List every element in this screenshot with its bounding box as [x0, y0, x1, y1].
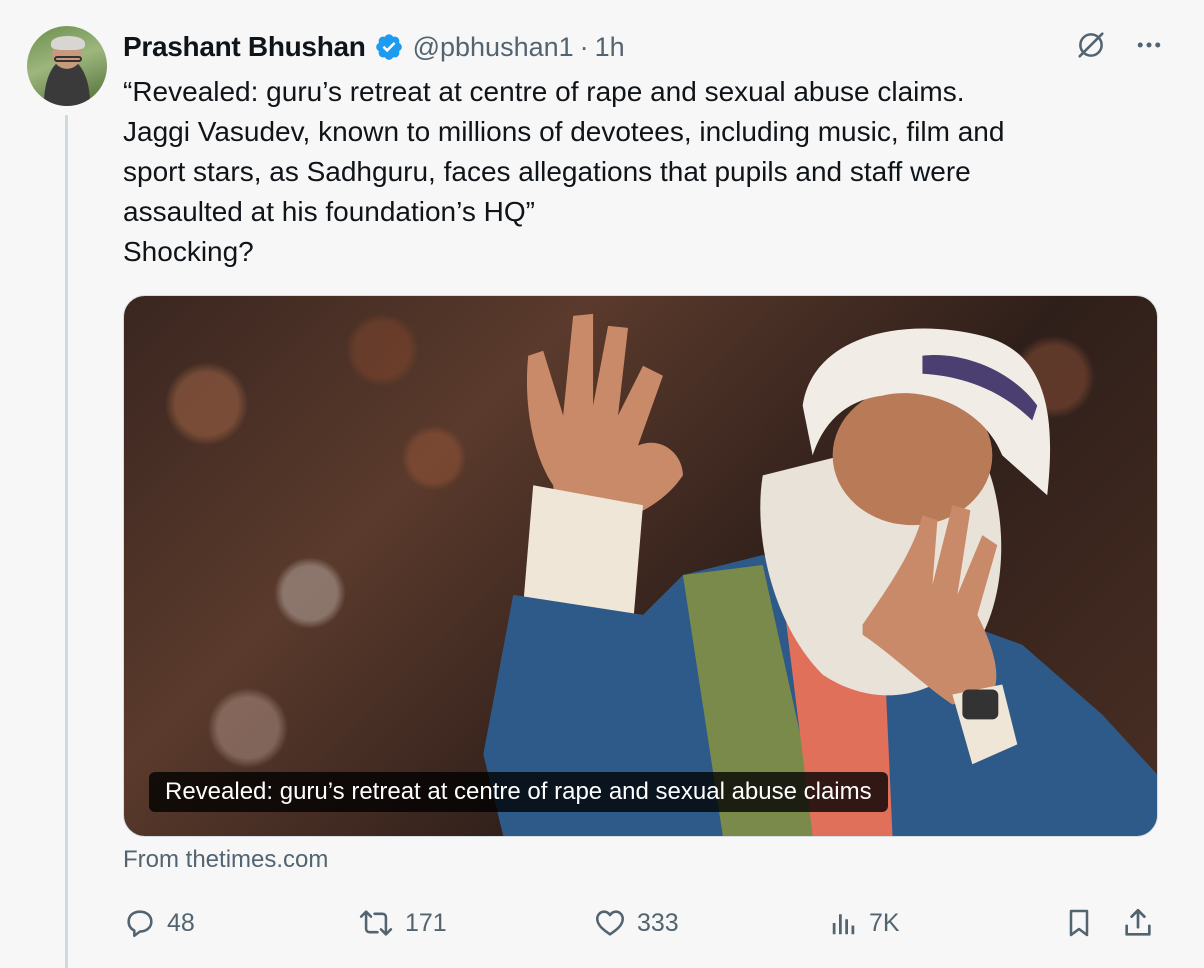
- action-bar: 48 171 333 7K: [123, 902, 1163, 944]
- heart-icon: [593, 906, 627, 940]
- bookmark-button[interactable]: [1063, 902, 1095, 944]
- avatar[interactable]: [27, 26, 107, 106]
- avatar-hair: [51, 36, 85, 50]
- like-button[interactable]: 333: [593, 902, 679, 944]
- repost-icon: [357, 906, 395, 940]
- share-button[interactable]: [1121, 902, 1155, 944]
- share-icon: [1121, 906, 1155, 940]
- views-button[interactable]: 7K: [829, 902, 900, 944]
- reply-count: 48: [167, 908, 195, 937]
- link-card[interactable]: Revealed: guru’s retreat at centre of ra…: [123, 295, 1158, 837]
- tweet-header: Prashant Bhushan @pbhushan1 · 1h: [123, 30, 625, 64]
- repost-count: 171: [405, 908, 447, 937]
- top-right-controls: [1074, 28, 1164, 62]
- tweet-text-line: sport stars, as Sadhguru, faces allegati…: [123, 156, 971, 187]
- like-count: 333: [637, 908, 679, 937]
- card-source[interactable]: From thetimes.com: [123, 846, 328, 874]
- repost-button[interactable]: 171: [357, 902, 447, 944]
- tweet-text-line: assaulted at his foundation’s HQ”: [123, 196, 535, 227]
- thread-line: [65, 115, 68, 968]
- avatar-glasses: [54, 56, 82, 62]
- reply-button[interactable]: 48: [123, 902, 195, 944]
- verified-badge-icon[interactable]: [374, 32, 404, 62]
- tweet-time[interactable]: 1h: [595, 32, 625, 63]
- reply-icon: [123, 906, 157, 940]
- tweet-text-line: Shocking?: [123, 236, 254, 267]
- tweet-text: “Revealed: guru’s retreat at centre of r…: [123, 72, 1163, 272]
- tweet-text-line: “Revealed: guru’s retreat at centre of r…: [123, 76, 965, 107]
- tweet-text-line: Jaggi Vasudev, known to millions of devo…: [123, 116, 1005, 147]
- author-name[interactable]: Prashant Bhushan: [123, 31, 366, 63]
- grok-icon[interactable]: [1074, 28, 1108, 62]
- author-handle[interactable]: @pbhushan1: [413, 32, 574, 63]
- more-icon[interactable]: [1134, 30, 1164, 60]
- tweet[interactable]: Prashant Bhushan @pbhushan1 · 1h “Reveal…: [0, 0, 1204, 968]
- card-caption: Revealed: guru’s retreat at centre of ra…: [149, 772, 888, 812]
- separator-dot: ·: [579, 31, 589, 62]
- views-count: 7K: [869, 908, 900, 937]
- views-icon: [829, 906, 859, 940]
- card-image: [483, 313, 1157, 836]
- bookmark-icon: [1063, 906, 1095, 940]
